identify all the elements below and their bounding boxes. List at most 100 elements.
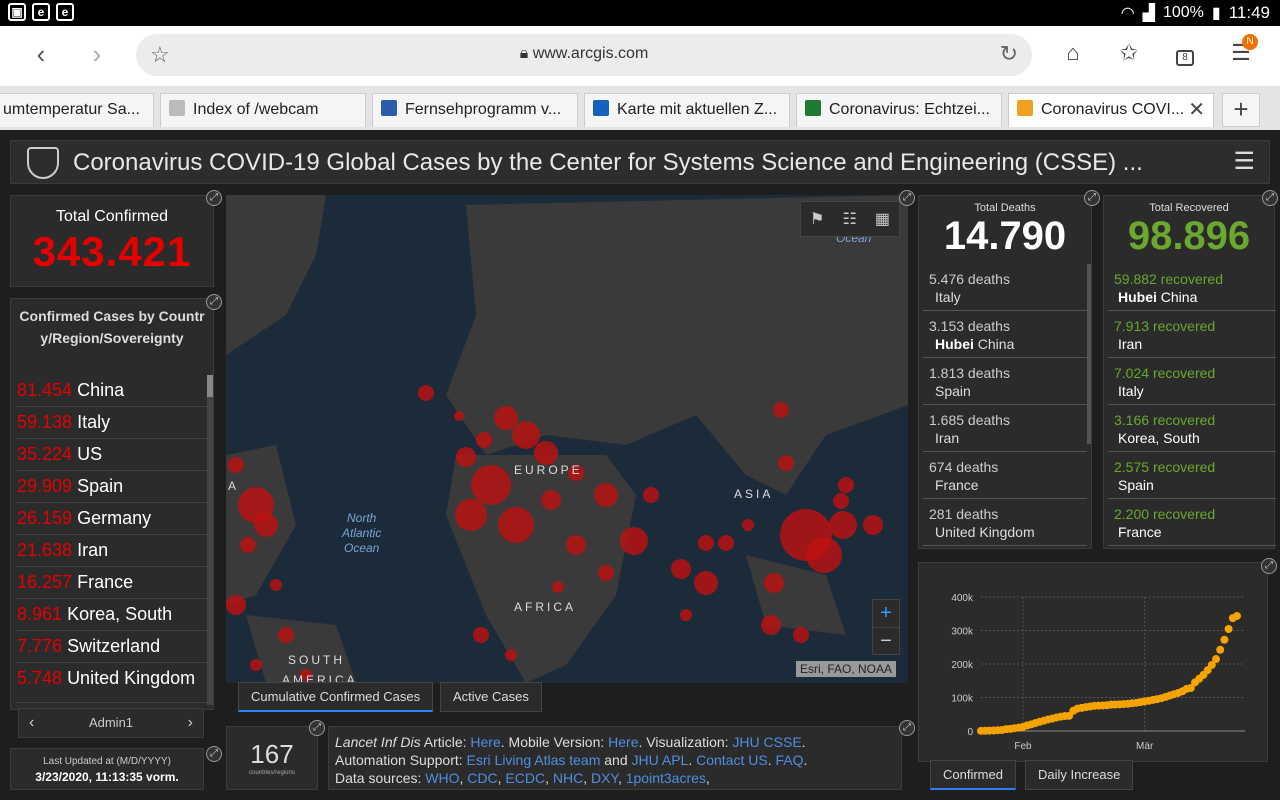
case-bubble[interactable]	[594, 483, 618, 507]
info-link[interactable]: FAQ	[775, 752, 803, 768]
case-bubble[interactable]	[473, 627, 489, 643]
recovered-row[interactable]: 7.913 recovered Iran	[1108, 311, 1276, 358]
recovered-row[interactable]: 7.024 recovered Italy	[1108, 358, 1276, 405]
tab-4[interactable]: Karte mit aktuellen Z...	[584, 93, 790, 127]
expand-icon[interactable]: ⤢	[1261, 558, 1277, 574]
expand-icon[interactable]: ⤢	[206, 294, 222, 310]
case-bubble[interactable]	[863, 515, 883, 535]
tab-cumulative-confirmed[interactable]: Cumulative Confirmed Cases	[238, 682, 434, 712]
case-bubble[interactable]	[534, 441, 558, 465]
case-bubble[interactable]	[764, 573, 784, 593]
list-scrollbar[interactable]	[207, 375, 213, 705]
case-bubble[interactable]	[494, 406, 518, 430]
tab-6-active[interactable]: Coronavirus COVI... ✕	[1008, 93, 1214, 127]
scroll-thumb[interactable]	[207, 375, 213, 397]
case-bubble[interactable]	[761, 615, 781, 635]
tab-3[interactable]: Fernsehprogramm v...	[372, 93, 578, 127]
case-bubble[interactable]	[455, 499, 487, 531]
menu-icon[interactable]: ☰ N	[1226, 34, 1258, 70]
case-bubble[interactable]	[541, 490, 561, 510]
case-bubble[interactable]	[270, 579, 282, 591]
chart-point[interactable]	[1216, 645, 1225, 654]
case-bubble[interactable]	[552, 581, 564, 593]
address-bar[interactable]: ☆ 🔒︎ www.arcgis.com ↻	[136, 34, 1032, 76]
close-tab-icon[interactable]: ✕	[1188, 94, 1205, 126]
forward-icon[interactable]: ›	[82, 40, 112, 70]
case-bubble[interactable]	[228, 457, 244, 473]
country-row[interactable]: 21.638 Iran	[17, 535, 207, 567]
death-row[interactable]: 1.813 deaths Spain	[923, 358, 1087, 405]
case-bubble[interactable]	[226, 595, 246, 615]
expand-icon[interactable]: ⤢	[206, 746, 222, 762]
chart-point[interactable]	[1212, 655, 1221, 664]
case-bubble[interactable]	[643, 487, 659, 503]
info-link[interactable]: NHC	[553, 770, 583, 786]
country-row[interactable]: 59.138 Italy	[17, 407, 207, 439]
death-row[interactable]: 1.685 deaths Iran	[923, 405, 1087, 452]
deaths-scrollbar[interactable]	[1087, 264, 1091, 444]
info-link[interactable]: Here	[608, 734, 638, 750]
expand-icon[interactable]: ⤢	[206, 190, 222, 206]
tab-daily-increase[interactable]: Daily Increase	[1025, 760, 1134, 790]
info-link[interactable]: JHU CSSE	[732, 734, 801, 750]
info-link[interactable]: WHO	[425, 770, 459, 786]
chart-point[interactable]	[1233, 611, 1241, 620]
back-icon[interactable]: ‹	[26, 40, 56, 70]
home-icon[interactable]: ⌂	[1058, 40, 1088, 70]
tab-5[interactable]: Coronavirus: Echtzei...	[796, 93, 1002, 127]
case-bubble[interactable]	[698, 535, 714, 551]
country-row[interactable]: 16.257 France	[17, 567, 207, 599]
case-bubble[interactable]	[418, 385, 434, 401]
case-bubble[interactable]	[620, 527, 648, 555]
recovered-row[interactable]: 59.882 recovered Hubei China	[1108, 264, 1276, 311]
tab-2[interactable]: Index of /webcam	[160, 93, 366, 127]
info-link[interactable]: ECDC	[505, 770, 545, 786]
info-link[interactable]: Contact US	[696, 752, 768, 768]
death-row[interactable]: 674 deaths France	[923, 452, 1087, 499]
tab-confirmed[interactable]: Confirmed	[930, 760, 1016, 790]
case-bubble[interactable]	[680, 609, 692, 621]
expand-icon[interactable]: ⤢	[309, 720, 325, 736]
info-link[interactable]: JHU APL	[632, 752, 689, 768]
bookmark-icon[interactable]: ⚑	[810, 209, 824, 229]
death-row[interactable]: 3.153 deaths Hubei China	[923, 311, 1087, 358]
case-bubble[interactable]	[598, 565, 614, 581]
bookmarks-icon[interactable]: ✩	[1114, 40, 1144, 70]
case-bubble[interactable]	[498, 507, 534, 543]
tab-active-cases[interactable]: Active Cases	[440, 682, 542, 712]
expand-icon[interactable]: ⤢	[899, 720, 915, 736]
chart-point[interactable]	[1224, 624, 1233, 633]
case-bubble[interactable]	[240, 537, 256, 553]
country-row[interactable]: 8.961 Korea, South	[17, 599, 207, 631]
case-bubble[interactable]	[773, 402, 789, 418]
country-row[interactable]: 35.224 US	[17, 439, 207, 471]
case-bubble[interactable]	[456, 447, 476, 467]
case-bubble[interactable]	[778, 455, 794, 471]
recovered-row[interactable]: 2.575 recovered Spain	[1108, 452, 1276, 499]
expand-icon[interactable]: ⤢	[899, 190, 915, 206]
legend-list-icon[interactable]: ☷	[842, 209, 856, 229]
case-bubble[interactable]	[250, 659, 262, 671]
country-row[interactable]: 5.748 United Kingdom	[17, 663, 207, 703]
info-link[interactable]: Here	[470, 734, 500, 750]
info-link[interactable]: Esri Living Atlas team	[467, 752, 601, 768]
country-row[interactable]: 81.454 China	[17, 375, 207, 407]
death-row[interactable]: 5.476 deaths Italy	[923, 264, 1087, 311]
new-tab-button[interactable]: +	[1222, 93, 1260, 127]
info-link[interactable]: CDC	[467, 770, 497, 786]
tabs-switcher-icon[interactable]: 8	[1170, 40, 1200, 70]
case-bubble[interactable]	[278, 627, 294, 643]
case-bubble[interactable]	[454, 411, 464, 421]
case-bubble[interactable]	[476, 432, 492, 448]
pager-next-icon[interactable]: ›	[188, 714, 193, 732]
case-bubble[interactable]	[833, 493, 849, 509]
basemap-gallery-icon[interactable]: ▦	[875, 209, 890, 229]
case-bubble[interactable]	[838, 477, 854, 493]
world-map[interactable]: EUROPE ASIA AFRICA SOUTH AMERICA A North…	[226, 195, 908, 683]
case-bubble[interactable]	[829, 511, 857, 539]
case-bubble[interactable]	[566, 535, 586, 555]
reload-icon[interactable]: ↻	[1000, 41, 1018, 67]
zoom-out-icon[interactable]: −	[873, 628, 899, 656]
country-row[interactable]: 7.776 Switzerland	[17, 631, 207, 663]
chart-point[interactable]	[1220, 635, 1229, 644]
